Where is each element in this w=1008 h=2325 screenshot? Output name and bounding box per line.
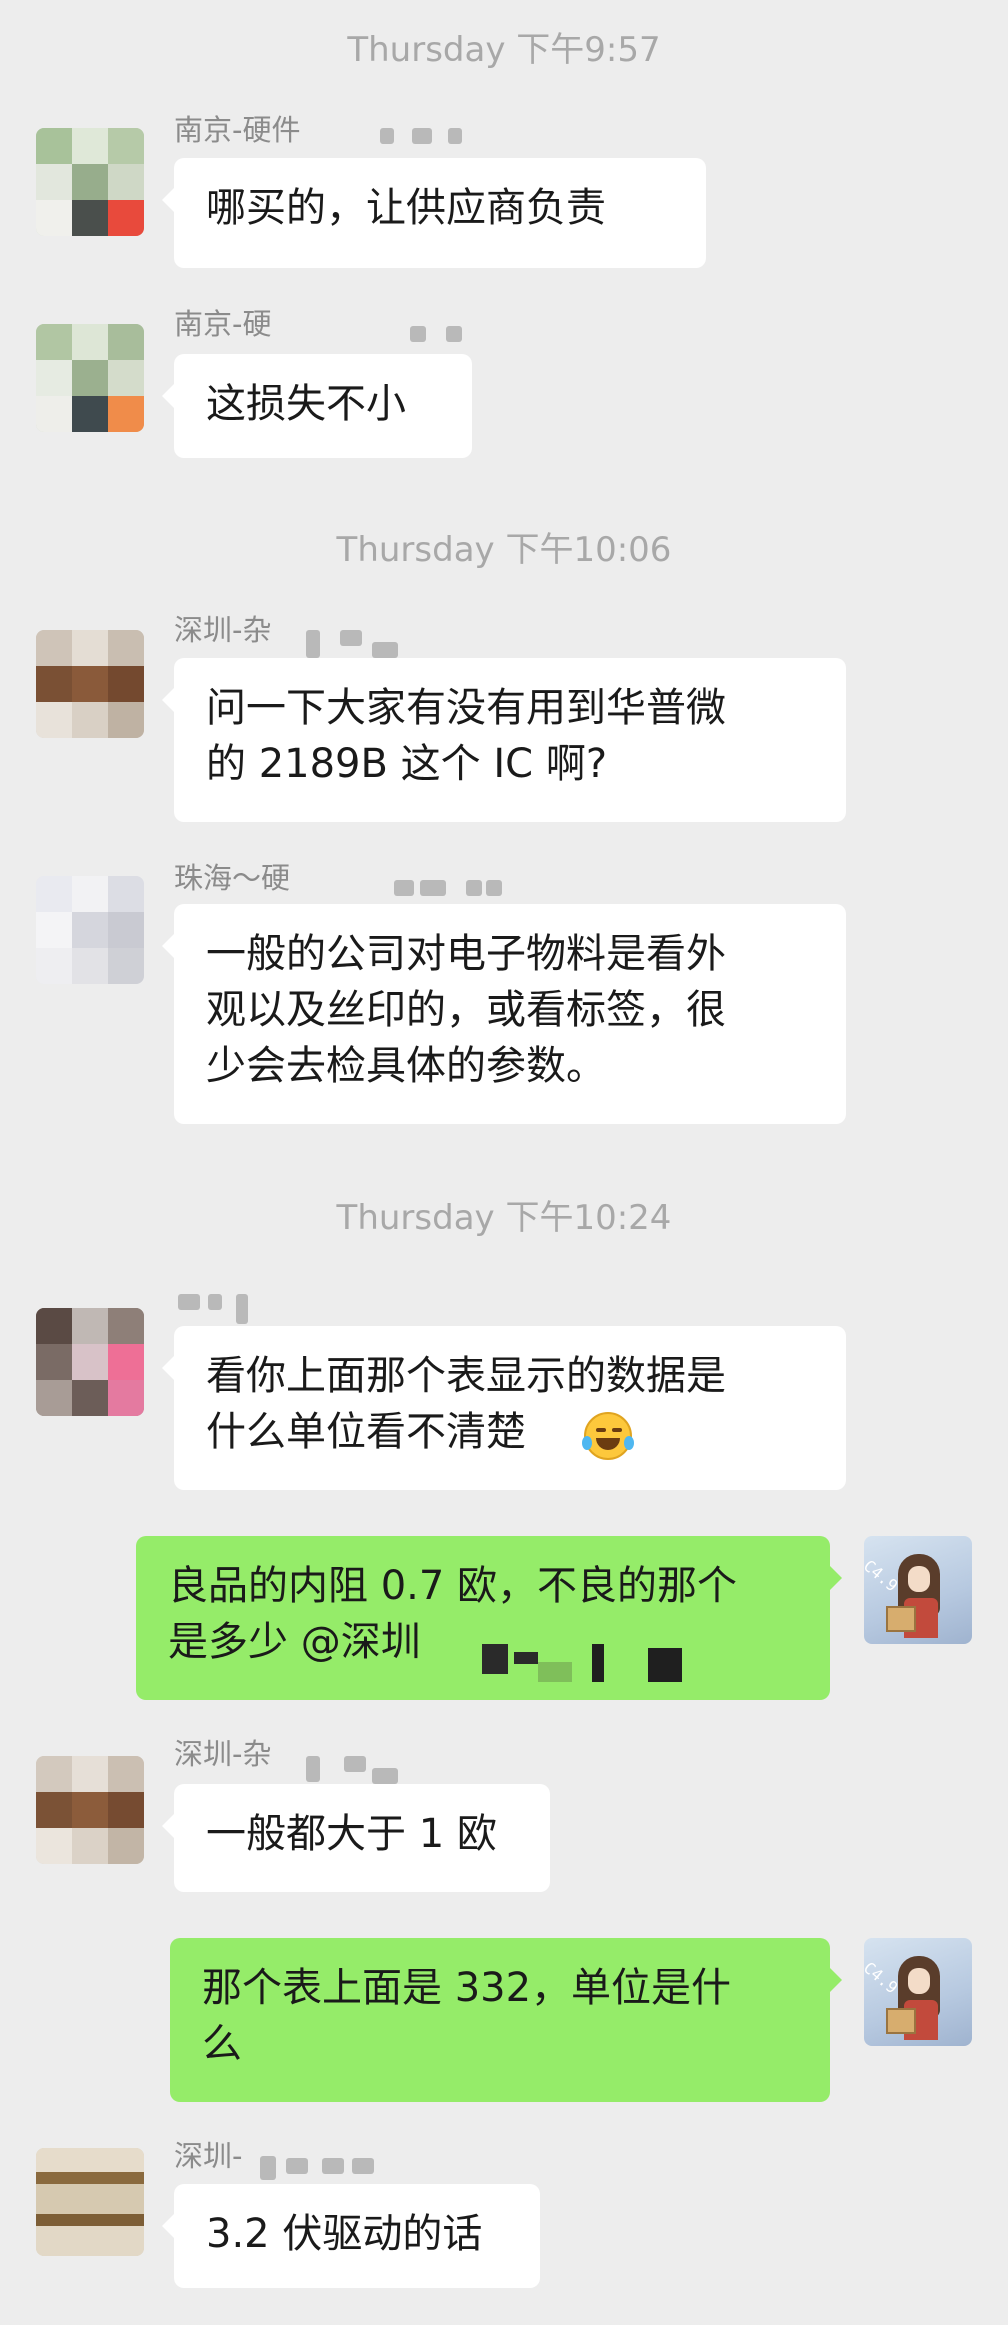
redacted-name bbox=[178, 1294, 200, 1310]
avatar[interactable] bbox=[36, 324, 144, 432]
message-bubble[interactable]: 哪买的，让供应商负责 bbox=[162, 158, 706, 268]
sender-name: 深圳-杂 bbox=[174, 613, 272, 647]
redacted-mention bbox=[648, 1648, 682, 1682]
redacted-name bbox=[322, 2158, 344, 2174]
sender-name: 深圳-杂 bbox=[174, 1737, 272, 1771]
redacted-name bbox=[446, 326, 462, 342]
self-avatar[interactable]: C4.9 bbox=[864, 1536, 972, 1644]
redacted-name bbox=[236, 1294, 248, 1324]
redacted-name bbox=[412, 128, 432, 144]
avatar[interactable] bbox=[36, 630, 144, 738]
redacted-name bbox=[306, 630, 320, 658]
message-bubble-self[interactable]: 良品的内阻 0.7 欧，不良的那个 是多少 @深圳 bbox=[136, 1536, 842, 1700]
redacted-mention bbox=[592, 1644, 604, 1682]
redacted-name bbox=[420, 880, 446, 896]
timestamp: Thursday 下午9:57 bbox=[347, 30, 661, 70]
avatar[interactable] bbox=[36, 1756, 144, 1864]
message-bubble[interactable]: 看你上面那个表显示的数据是 什么单位看不清楚 bbox=[162, 1326, 846, 1490]
timestamp: Thursday 下午10:24 bbox=[336, 1198, 672, 1238]
message-bubble[interactable]: 3.2 伏驱动的话 bbox=[162, 2184, 540, 2288]
redacted-mention bbox=[538, 1662, 572, 1682]
message-bubble[interactable]: 这损失不小 bbox=[162, 354, 472, 458]
redacted-mention bbox=[482, 1644, 508, 1674]
redacted-name bbox=[340, 630, 362, 646]
redacted-name bbox=[410, 326, 426, 342]
message-bubble[interactable]: 一般的公司对电子物料是看外 观以及丝印的，或看标签，很 少会去检具体的参数。 bbox=[162, 904, 846, 1124]
avatar-tag: C4.9 bbox=[864, 1958, 902, 1998]
redacted-name bbox=[486, 880, 502, 896]
redacted-name bbox=[208, 1294, 222, 1310]
message-bubble-self[interactable]: 那个表上面是 332，单位是什 么 bbox=[170, 1938, 842, 2102]
face-with-tears-of-joy-emoji bbox=[582, 1412, 634, 1460]
sender-name: 南京-硬 bbox=[174, 307, 272, 341]
sender-name: 珠海～硬 bbox=[174, 861, 291, 895]
avatar[interactable] bbox=[36, 876, 144, 984]
redacted-name bbox=[306, 1756, 320, 1782]
sender-name: 深圳- bbox=[174, 2139, 243, 2173]
sender-name: 南京-硬件 bbox=[174, 113, 301, 147]
redacted-mention bbox=[514, 1652, 538, 1664]
redacted-name bbox=[372, 1768, 398, 1784]
redacted-name bbox=[286, 2158, 308, 2174]
redacted-name bbox=[380, 128, 394, 144]
avatar-tag: C4.9 bbox=[864, 1556, 902, 1596]
avatar[interactable] bbox=[36, 128, 144, 236]
redacted-name bbox=[344, 1756, 366, 1772]
avatar[interactable] bbox=[36, 1308, 144, 1416]
redacted-name bbox=[466, 880, 482, 896]
message-bubble[interactable]: 一般都大于 1 欧 bbox=[162, 1784, 550, 1892]
message-bubble[interactable]: 问一下大家有没有用到华普微 的 2189B 这个 IC 啊? bbox=[162, 658, 846, 822]
self-avatar[interactable]: C4.9 bbox=[864, 1938, 972, 2046]
avatar[interactable] bbox=[36, 2148, 144, 2256]
redacted-name bbox=[394, 880, 414, 896]
redacted-name bbox=[260, 2156, 276, 2180]
timestamp: Thursday 下午10:06 bbox=[336, 530, 672, 570]
redacted-name bbox=[352, 2158, 374, 2174]
redacted-name bbox=[372, 642, 398, 658]
redacted-name bbox=[448, 128, 462, 144]
